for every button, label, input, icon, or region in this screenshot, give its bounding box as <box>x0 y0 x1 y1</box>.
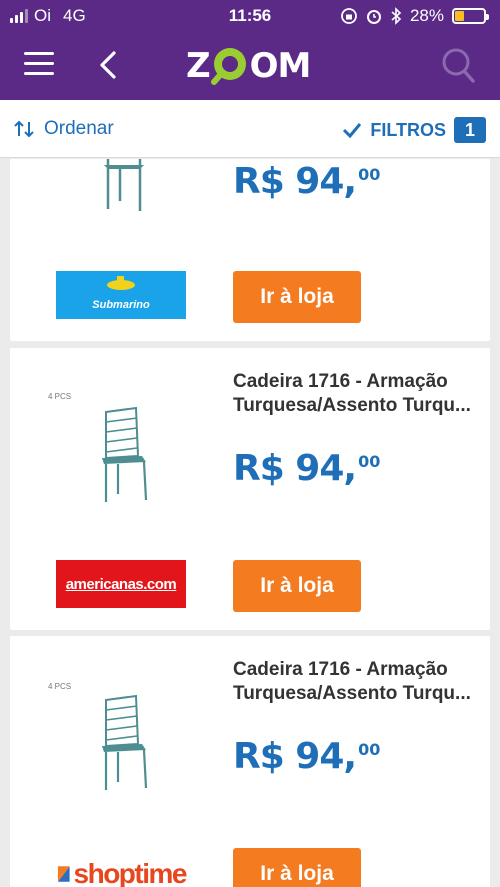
go-to-store-button[interactable]: Ir à loja <box>233 848 361 887</box>
back-button[interactable] <box>96 50 122 80</box>
product-title: Cadeira 1716 - Armação Turquesa/Assento … <box>233 659 471 704</box>
battery-icon <box>452 8 489 24</box>
product-card: 4 PCS Cadeira 1716 - Armação Turquesa/As… <box>10 636 490 887</box>
status-icons: 28% <box>340 6 489 26</box>
product-price: R$ 94, 00 <box>233 448 381 489</box>
logo-magnifier-icon <box>210 48 246 85</box>
product-card: R$ 94, 00 Submarino Ir à loja <box>10 159 490 341</box>
sort-arrows-icon <box>14 120 34 138</box>
product-chair-image <box>104 159 144 211</box>
product-chair-image <box>102 406 148 502</box>
shoptime-logo-icon <box>57 866 70 882</box>
go-to-store-button[interactable]: Ir à loja <box>233 271 361 323</box>
product-title: Cadeira 1716 - Armação Turquesa/Assento … <box>233 371 471 416</box>
search-icon <box>442 48 475 83</box>
filter-button[interactable]: FILTROS 1 <box>342 117 486 143</box>
store-logo-shoptime: shoptime <box>56 850 188 887</box>
menu-button[interactable] <box>24 52 54 76</box>
sort-filter-bar: Ordenar FILTROS 1 <box>0 100 500 158</box>
top-bar: Oi 4G 11:56 28% Z OM <box>0 0 500 100</box>
filter-label: FILTROS <box>370 119 446 140</box>
store-logo-submarino: Submarino <box>56 271 186 319</box>
store-logo-americanas: americanas.com <box>56 560 186 608</box>
status-bar: Oi 4G 11:56 28% <box>0 0 500 34</box>
sort-label: Ordenar <box>44 118 114 139</box>
checkmark-icon <box>343 123 362 138</box>
bluetooth-icon <box>391 7 402 25</box>
go-to-store-button[interactable]: Ir à loja <box>233 560 361 612</box>
chevron-left-icon <box>100 51 116 79</box>
search-button[interactable] <box>440 46 476 84</box>
submarine-icon <box>107 276 135 290</box>
zoom-logo[interactable]: Z OM <box>186 44 311 88</box>
product-price: R$ 94, 00 <box>233 736 381 777</box>
filter-count-badge: 1 <box>454 117 486 143</box>
product-price: R$ 94, 00 <box>233 161 381 202</box>
sort-button[interactable]: Ordenar <box>14 118 114 140</box>
rotation-lock-icon <box>341 8 357 24</box>
pieces-label: 4 PCS <box>48 682 72 691</box>
product-chair-image <box>102 694 148 790</box>
pieces-label: 4 PCS <box>48 392 72 401</box>
alarm-icon <box>366 10 381 24</box>
product-card: 4 PCS Cadeira 1716 - Armação Turquesa/As… <box>10 348 490 630</box>
battery-percent: 28% <box>409 6 444 25</box>
